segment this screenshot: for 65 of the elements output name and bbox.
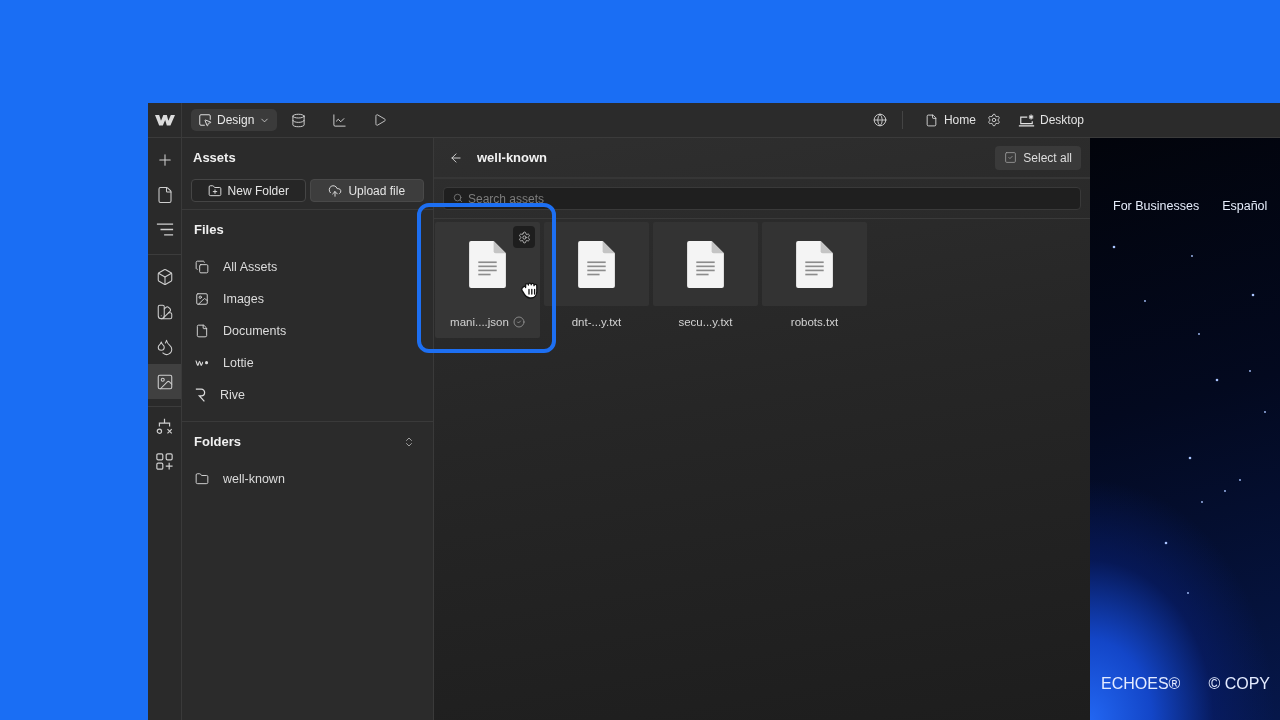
nav-link[interactable]: For Businesses	[1113, 199, 1200, 213]
panel-title: Assets	[192, 149, 237, 167]
branch-icon	[156, 418, 173, 435]
swatch-icon	[155, 302, 174, 321]
logo-icon[interactable]	[154, 114, 175, 126]
file-name: robots.txt	[790, 316, 839, 328]
check-circle-icon	[512, 316, 525, 328]
lines-icon	[155, 223, 174, 236]
design-mode-button[interactable]: Design	[191, 109, 278, 131]
file-name: secu...y.txt	[678, 316, 733, 328]
play-icon[interactable]	[373, 113, 388, 127]
upload-cloud-icon	[328, 183, 343, 198]
document-icon	[796, 240, 833, 288]
droplets-icon	[155, 337, 174, 356]
expand-collapse-icon[interactable]	[403, 436, 415, 448]
asset-tile[interactable]: secu...y.txt	[653, 222, 758, 338]
page-selector[interactable]: Home	[924, 112, 976, 128]
file-name: dnt-...y.txt	[571, 316, 622, 328]
settings-icon[interactable]	[986, 113, 1001, 127]
cube-icon	[155, 267, 174, 286]
file-name: mani....json	[450, 316, 509, 328]
category-item[interactable]: All Assets	[182, 251, 433, 283]
image-icon	[155, 372, 174, 391]
settings-button[interactable]	[513, 226, 535, 248]
folder-plus-icon	[207, 183, 222, 198]
folder-icon	[195, 472, 209, 486]
monitor-sparkle-icon	[1017, 113, 1035, 127]
file-icon	[155, 185, 174, 204]
upload-button[interactable]: Upload file	[309, 179, 424, 202]
checkbox-icon	[1004, 151, 1018, 164]
asset-tile[interactable]: dnt-...y.txt	[544, 222, 649, 338]
footer-text: © COPY	[1208, 675, 1270, 693]
file-icon	[924, 113, 938, 127]
globe-icon[interactable]	[872, 113, 887, 127]
section-title: Folders	[194, 433, 241, 451]
file-icon	[195, 324, 209, 338]
cursor-box-icon	[198, 113, 212, 127]
grid-plus-icon	[156, 453, 173, 470]
select-all-button[interactable]: Select all	[995, 145, 1081, 170]
category-item[interactable]: Lottie	[182, 347, 433, 379]
image-icon	[195, 292, 209, 306]
r-curve-icon	[195, 388, 206, 402]
footer-text: ECHOES®	[1101, 675, 1181, 693]
search-field[interactable]: Search assets	[443, 187, 1081, 210]
asset-tile[interactable]: robots.txt	[762, 222, 867, 338]
folder-item[interactable]: well-known	[182, 463, 433, 495]
stacked-squares-icon	[195, 260, 209, 274]
category-item[interactable]: Documents	[182, 315, 433, 347]
breakpoint-selector[interactable]: Desktop	[1017, 112, 1084, 128]
category-item[interactable]: Images	[182, 283, 433, 315]
document-icon	[687, 240, 724, 288]
section-title: Files	[194, 221, 224, 239]
document-icon	[578, 240, 615, 288]
asset-tile[interactable]: mani....json	[435, 222, 540, 338]
database-icon[interactable]	[291, 112, 307, 128]
new-folder-button[interactable]: New Folder	[191, 179, 306, 202]
line-chart-icon[interactable]	[332, 112, 348, 128]
nav-link[interactable]: Español	[1222, 199, 1268, 213]
category-item[interactable]: Rive	[182, 379, 433, 411]
document-icon	[469, 240, 506, 288]
settings-icon	[517, 230, 531, 244]
folder-title: well-known	[477, 150, 548, 165]
assets-button[interactable]	[148, 364, 181, 399]
wave-dot-icon	[195, 359, 209, 367]
search-icon	[453, 193, 463, 203]
